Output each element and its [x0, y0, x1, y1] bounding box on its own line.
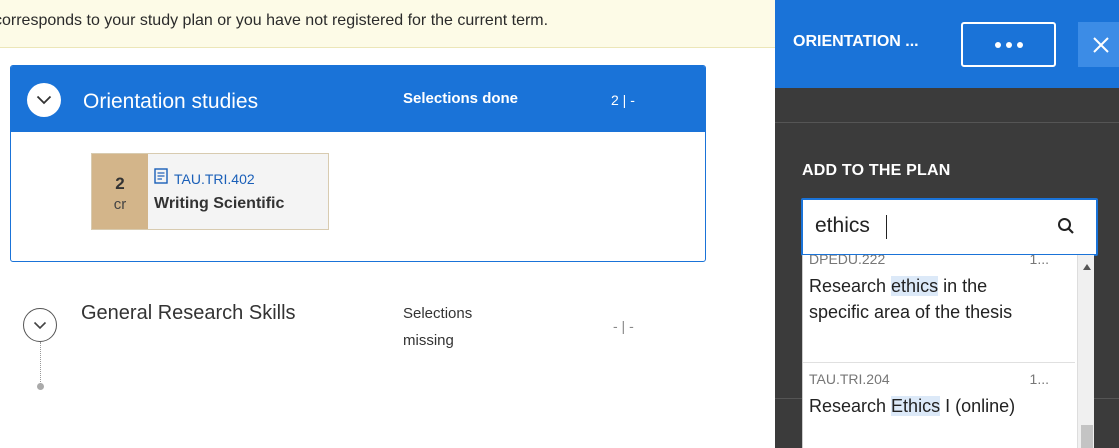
scroll-up-icon[interactable]: [1083, 264, 1091, 270]
search-results-list: DPEDU.222 1... Research ethics in the sp…: [802, 255, 1094, 448]
notice-text: corresponds to your study plan or you ha…: [0, 12, 549, 29]
scroll-thumb[interactable]: [1081, 425, 1093, 448]
result-highlight: Ethics: [891, 396, 941, 416]
side-panel: ORIENTATION ... ADD TO THE PLAN ethics D…: [775, 0, 1119, 448]
course-info: TAU.TRI.402 Writing Scientific: [154, 168, 284, 213]
text-caret: [886, 215, 887, 239]
search-result-item[interactable]: DPEDU.222 1... Research ethics in the sp…: [803, 255, 1075, 363]
section-general-status: Selections missing: [403, 305, 473, 349]
section-orientation-credits: 2 | -: [611, 92, 635, 108]
result-code: TAU.TRI.204: [809, 371, 890, 387]
section-orientation: Orientation studies Selections done 2 | …: [10, 65, 706, 262]
notice-banner: corresponds to your study plan or you ha…: [0, 0, 775, 48]
search-icon[interactable]: [1057, 217, 1075, 240]
result-credits: 1...: [1029, 371, 1049, 387]
course-credit-unit: cr: [113, 196, 127, 213]
course-code-link[interactable]: TAU.TRI.402: [174, 171, 255, 187]
panel-divider: [775, 122, 1119, 123]
result-credits: 1...: [1029, 255, 1049, 267]
more-options-button[interactable]: [961, 22, 1056, 67]
section-general-title[interactable]: General Research Skills: [81, 298, 301, 329]
close-icon: [1092, 36, 1109, 53]
search-result-item[interactable]: TAU.TRI.204 1... Research Ethics I (onli…: [803, 369, 1075, 448]
results-scrollbar[interactable]: [1077, 255, 1094, 448]
search-input-value[interactable]: ethics: [815, 214, 870, 238]
section-orientation-status: Selections done: [403, 90, 519, 107]
close-button[interactable]: [1078, 22, 1119, 67]
result-name: Research ethics in the specific area of …: [809, 276, 1013, 322]
section-general-credits: - | -: [613, 318, 634, 334]
course-name: Writing Scientific: [154, 195, 285, 212]
search-input[interactable]: ethics: [801, 198, 1098, 256]
more-dots-icon: [994, 41, 1001, 48]
course-card[interactable]: 2 cr TAU.TRI.402 Writing Scientific: [91, 153, 329, 230]
result-name: Research Ethics I (online): [809, 396, 1016, 416]
result-highlight: ethics: [891, 276, 939, 296]
timeline-dot: [37, 383, 44, 390]
result-code: DPEDU.222: [809, 255, 886, 267]
section-orientation-title: Orientation studies: [83, 90, 259, 113]
section-orientation-header[interactable]: Orientation studies Selections done 2 | …: [11, 66, 705, 132]
add-to-plan-label: ADD TO THE PLAN: [802, 162, 951, 179]
timeline-line: [40, 342, 41, 384]
panel-header: ORIENTATION ...: [775, 0, 1119, 88]
course-credit-box: 2 cr: [92, 154, 148, 229]
chevron-down-icon[interactable]: [23, 308, 57, 342]
document-icon: [154, 168, 168, 189]
chevron-down-icon[interactable]: [27, 83, 61, 117]
panel-title: ORIENTATION ...: [793, 33, 919, 50]
course-credit-value: 2: [115, 174, 125, 193]
